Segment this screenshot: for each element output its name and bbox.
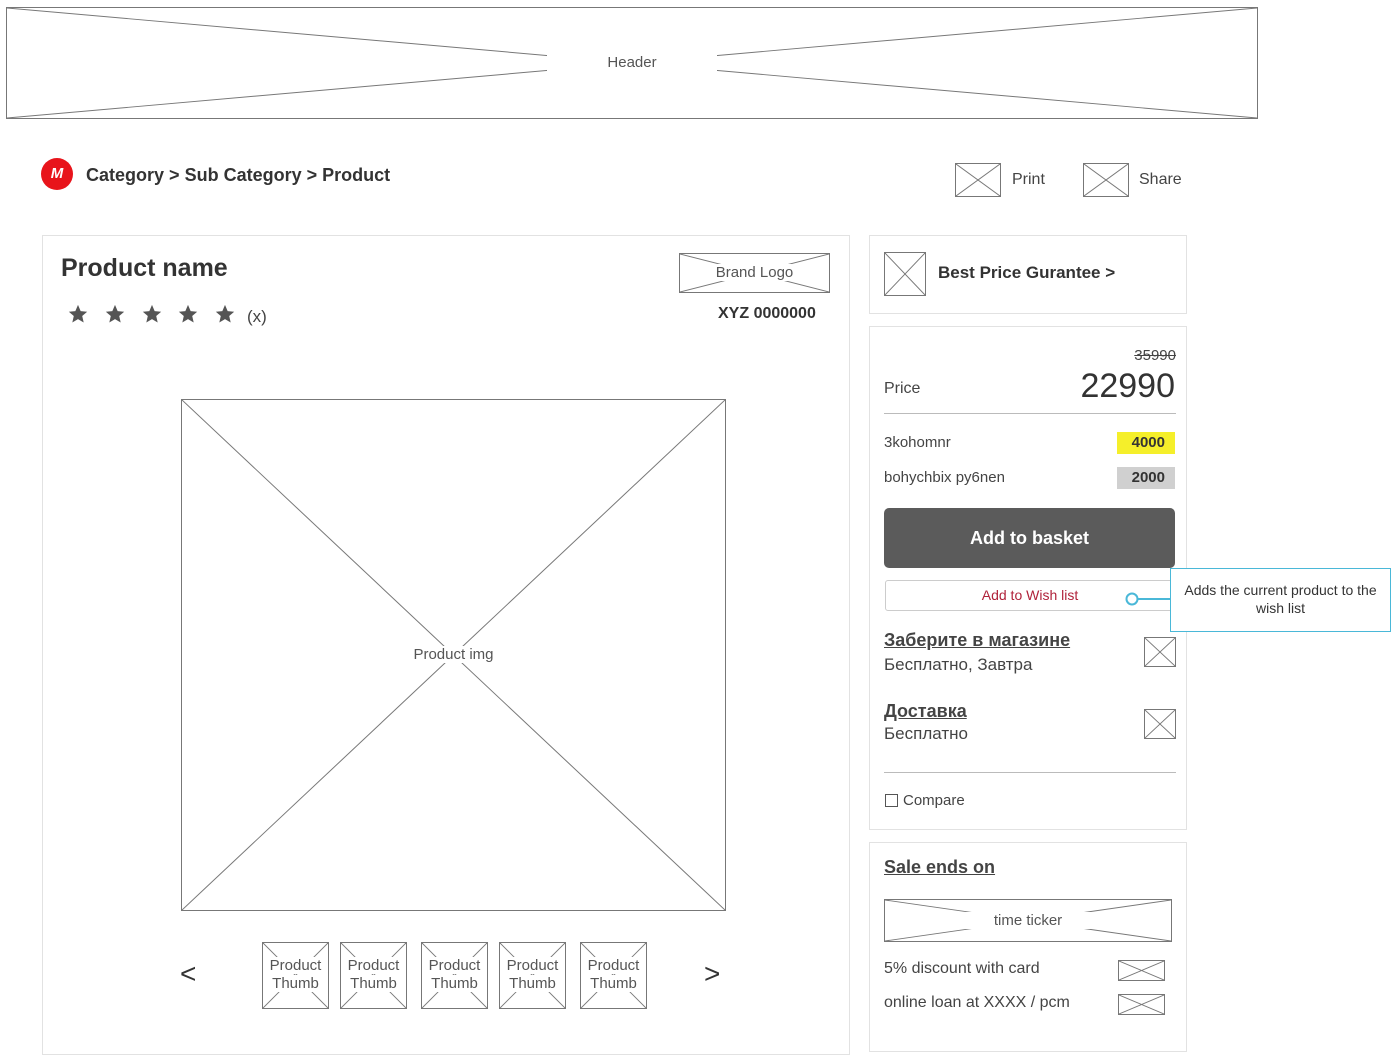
thumb-line2: Thumb (272, 975, 319, 992)
print-link[interactable]: Print (1012, 171, 1045, 189)
breadcrumb-category[interactable]: Category (86, 165, 164, 185)
old-price: 35990 (1134, 347, 1176, 364)
star-icon[interactable] (214, 303, 236, 325)
price-value: 22990 (1080, 367, 1175, 405)
product-thumb[interactable]: Product Thumb (262, 942, 329, 1009)
bonus-label: bohychbix py6nen (884, 469, 1005, 486)
discount-icon (1118, 960, 1165, 981)
star-icon[interactable] (67, 303, 89, 325)
breadcrumb-sub-category[interactable]: Sub Category (185, 165, 302, 185)
economy-badge: 4000 (1117, 432, 1175, 454)
price-divider (884, 413, 1176, 414)
add-to-wishlist-label: Add to Wish list (981, 587, 1079, 603)
product-name: Product name (61, 254, 228, 282)
star-icon[interactable] (141, 303, 163, 325)
add-to-basket-button[interactable]: Add to basket (884, 508, 1175, 568)
delivery-title[interactable]: Доставка (884, 701, 967, 722)
header-placeholder: Header (6, 7, 1258, 119)
time-ticker-label: time ticker (963, 911, 1093, 929)
product-thumb[interactable]: Product Thumb (421, 942, 488, 1009)
economy-value: 4000 (1131, 434, 1165, 451)
thumb-line1: Product (506, 957, 559, 974)
compare-checkbox[interactable] (885, 794, 898, 807)
sale-title: Sale ends on (884, 857, 996, 877)
pickup-icon (1144, 637, 1176, 667)
discount-text: 5% discount with card (884, 960, 1040, 977)
compare-divider (884, 772, 1176, 773)
product-thumb[interactable]: Product Thumb (580, 942, 647, 1009)
time-ticker: time ticker (884, 899, 1172, 942)
logo-letter: M (50, 165, 64, 182)
tooltip: Adds the current product to the wish lis… (1170, 568, 1391, 632)
add-to-basket-label: Add to basket (969, 528, 1089, 548)
guarantee-link[interactable]: Best Price Gurantee > (938, 263, 1115, 283)
product-code: XYZ 0000000 (718, 305, 816, 322)
rating-count[interactable]: (x) (247, 307, 267, 327)
breadcrumb-separator: > (306, 165, 318, 185)
tooltip-text: Adds the current product to the wish lis… (1184, 582, 1377, 616)
logo-badge[interactable]: M (41, 158, 73, 190)
pickup-title[interactable]: Заберите в магазине (884, 630, 1070, 651)
bonus-badge: 2000 (1117, 467, 1175, 489)
pickup-subtitle: Бесплатно, Завтра (884, 655, 1033, 674)
brand-logo-label: Brand Logo (709, 264, 800, 281)
thumb-line1: Product (269, 957, 322, 974)
product-thumb[interactable]: Product Thumb (499, 942, 566, 1009)
share-icon[interactable] (1083, 163, 1129, 197)
prev-arrow[interactable]: < (180, 958, 196, 990)
thumb-line2: Thumb (431, 975, 478, 992)
breadcrumb-product: Product (322, 165, 391, 185)
product-image-label: Product img (407, 646, 500, 663)
brand-logo[interactable]: Brand Logo (679, 253, 830, 293)
star-icon[interactable] (104, 303, 126, 325)
compare-label[interactable]: Compare (903, 792, 965, 809)
product-image[interactable]: Product img (181, 399, 726, 911)
thumb-line1: Product (587, 957, 640, 974)
next-arrow[interactable]: > (704, 958, 720, 990)
header-label: Header (547, 54, 717, 71)
loan-icon (1118, 994, 1165, 1015)
breadcrumb: Category > Sub Category > Product (86, 165, 390, 186)
star-icon[interactable] (177, 303, 199, 325)
delivery-subtitle: Бесплатно (884, 724, 968, 743)
delivery-icon (1144, 709, 1176, 739)
guarantee-icon (884, 252, 926, 296)
share-link[interactable]: Share (1139, 171, 1182, 189)
economy-label: 3kohomnr (884, 434, 951, 451)
breadcrumb-separator: > (169, 165, 180, 185)
thumb-line1: Product (347, 957, 400, 974)
price-label: Price (884, 380, 921, 397)
thumb-line2: Thumb (350, 975, 397, 992)
print-icon[interactable] (955, 163, 1001, 197)
thumb-line2: Thumb (590, 975, 637, 992)
thumb-line1: Product (428, 957, 481, 974)
loan-text: online loan at XXXX / pcm (884, 994, 1070, 1011)
product-thumb[interactable]: Product Thumb (340, 942, 407, 1009)
thumb-line2: Thumb (509, 975, 556, 992)
tooltip-connector (1125, 592, 1174, 606)
bonus-value: 2000 (1131, 469, 1165, 486)
